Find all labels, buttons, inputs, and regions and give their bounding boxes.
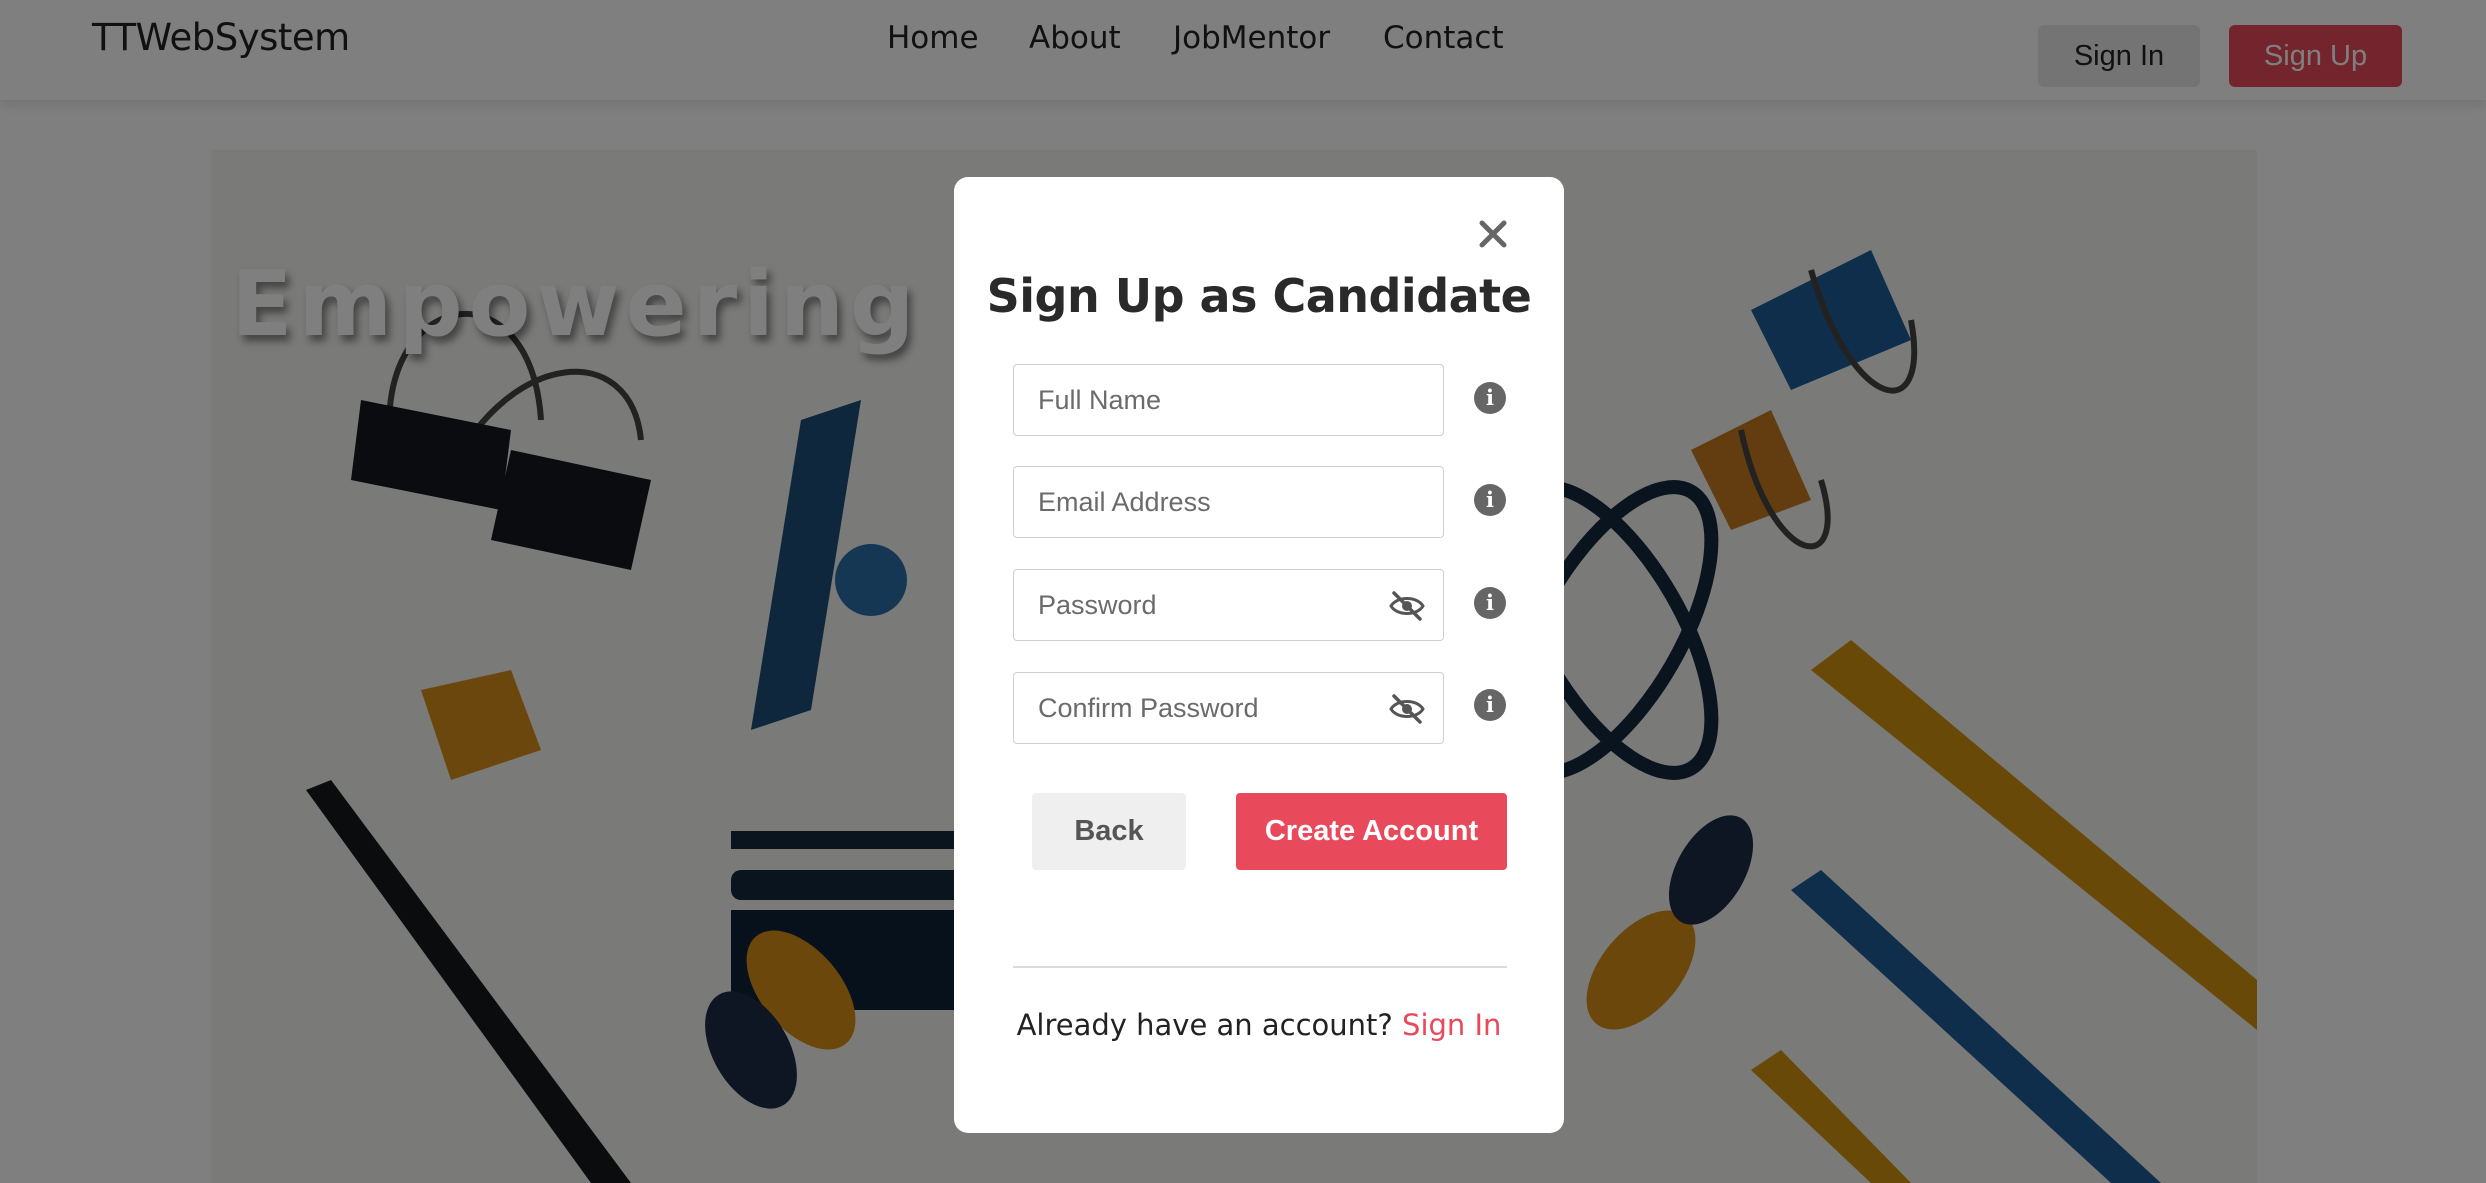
email-field xyxy=(1013,466,1444,538)
back-button[interactable]: Back xyxy=(1032,793,1186,870)
create-account-button[interactable]: Create Account xyxy=(1236,793,1507,870)
signin-prompt: Already have an account? Sign In xyxy=(954,1007,1564,1045)
info-icon[interactable]: i xyxy=(1474,689,1506,721)
info-icon[interactable]: i xyxy=(1474,587,1506,619)
signup-modal: Sign Up as Candidate i i i i xyxy=(954,177,1564,1133)
divider xyxy=(1013,966,1507,968)
eye-slash-icon[interactable] xyxy=(1389,693,1425,725)
sign-in-link[interactable]: Sign In xyxy=(1402,1008,1501,1042)
close-icon[interactable] xyxy=(1473,214,1513,254)
email-input[interactable] xyxy=(1014,467,1443,537)
full-name-input[interactable] xyxy=(1014,365,1443,435)
info-icon[interactable]: i xyxy=(1474,382,1506,414)
full-name-field xyxy=(1013,364,1444,436)
signin-prompt-text: Already have an account? xyxy=(1016,1008,1393,1042)
eye-slash-icon[interactable] xyxy=(1389,590,1425,622)
password-input[interactable] xyxy=(1014,570,1443,640)
confirm-password-input[interactable] xyxy=(1014,673,1443,743)
modal-title: Sign Up as Candidate xyxy=(986,269,1532,323)
confirm-password-field xyxy=(1013,672,1444,744)
info-icon[interactable]: i xyxy=(1474,484,1506,516)
password-field xyxy=(1013,569,1444,641)
